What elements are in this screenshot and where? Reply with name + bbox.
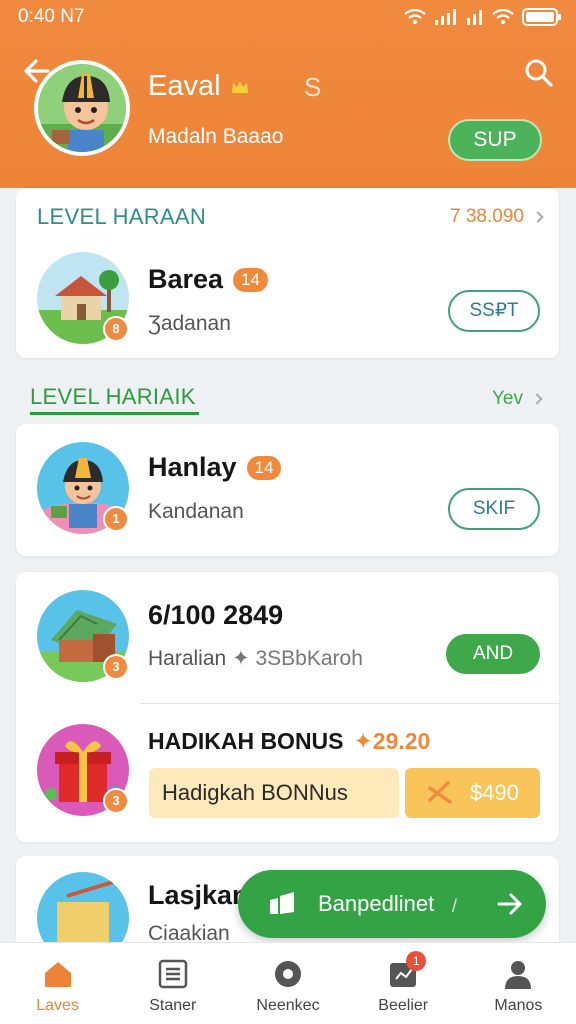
profile-name: Eaval xyxy=(148,70,249,103)
section-link-1[interactable]: 7 38.090 xyxy=(450,206,544,228)
bonus-claim-button[interactable]: $490 xyxy=(405,768,540,818)
item-title-4: Lasjkan xyxy=(148,880,249,910)
level-badge: 3 xyxy=(103,788,129,814)
character-illustration xyxy=(38,64,126,152)
nav-item-manos[interactable]: Manos xyxy=(461,943,576,1024)
bonus-title: HADIKAH BONUS ✦29.20 xyxy=(148,728,431,754)
status-time: 0:40 N7 xyxy=(18,6,85,27)
search-icon[interactable] xyxy=(524,58,554,88)
item-action-button-2[interactable]: SKIF xyxy=(448,488,540,530)
item-subtitle-2: Kandanan xyxy=(148,500,244,523)
level-badge: 1 xyxy=(103,506,129,532)
item-subtitle-1: Ʒadanan xyxy=(148,312,231,335)
battery-icon xyxy=(522,8,561,26)
bottom-nav: Laves Staner Neenkec 1 Beelier Manos xyxy=(0,942,576,1024)
arrow-right-icon xyxy=(497,893,522,915)
header-action-button[interactable]: SUP xyxy=(448,119,542,161)
divider xyxy=(140,703,559,704)
gift-icon: 1 xyxy=(386,951,427,991)
item-action-button-3[interactable]: AND xyxy=(446,634,540,674)
section-link-2[interactable]: Yev xyxy=(492,388,543,410)
header-extra: S xyxy=(304,72,322,102)
section-title-2: LEVEL HARIAIK xyxy=(30,384,196,409)
level-badge: 3 xyxy=(103,654,129,680)
profile-subtitle: Madaln Baaao xyxy=(148,125,284,148)
bonus-amount: ✦29.20 xyxy=(353,728,431,754)
nav-item-beelier[interactable]: 1 Beelier xyxy=(346,943,461,1024)
wifi-icon xyxy=(404,9,426,24)
camera-icon xyxy=(275,961,301,987)
item-subtitle-3: Haralian ✦ 3SBbKaroh xyxy=(148,647,363,670)
nav-item-neenkec[interactable]: Neenkec xyxy=(230,943,345,1024)
profile-avatar[interactable] xyxy=(34,60,130,156)
chevron-right-icon xyxy=(531,393,543,405)
signal-icon xyxy=(435,9,456,25)
crown-icon xyxy=(231,80,248,93)
section-underline xyxy=(30,412,199,415)
item-thumbnail-3: 3 xyxy=(37,590,129,682)
flag-icon xyxy=(270,892,294,914)
status-icons xyxy=(404,8,562,26)
status-bar: 0:40 N7 xyxy=(18,6,562,28)
item-title-1: Barea 14 xyxy=(148,264,268,295)
chevron-right-icon xyxy=(532,211,544,223)
section-title-1: LEVEL HARAAN xyxy=(37,204,207,229)
notification-badge: 1 xyxy=(406,951,427,971)
floating-action-button[interactable]: Banpedlinet / xyxy=(238,870,546,938)
person-icon xyxy=(505,961,532,989)
fab-divider: / xyxy=(452,896,458,916)
signal-icon-2 xyxy=(467,10,482,25)
level-badge: 8 xyxy=(103,316,129,342)
list-icon xyxy=(158,959,188,989)
level-chip: 14 xyxy=(233,267,268,292)
level-chip: 14 xyxy=(246,455,282,480)
item-thumbnail-2: 1 xyxy=(37,442,129,534)
item-thumbnail-1: 8 xyxy=(37,252,129,344)
wifi-icon-2 xyxy=(492,9,514,24)
ticket-icon xyxy=(428,781,452,804)
item-action-button-1[interactable]: SS₽T xyxy=(448,290,540,332)
nav-item-laves[interactable]: Laves xyxy=(0,943,115,1024)
item-title-2: Hanlay 14 xyxy=(148,452,282,483)
star-icon: ✦ xyxy=(353,728,373,754)
bonus-thumbnail: 3 xyxy=(37,724,129,816)
bonus-label-box: Hadigkah BONNus xyxy=(149,768,399,818)
house-icon xyxy=(44,962,71,987)
header: 0:40 N7 Eaval S Madaln Baaao SUP xyxy=(0,0,576,188)
nav-item-staner[interactable]: Staner xyxy=(115,943,230,1024)
item-title-3: 6/100 2849 xyxy=(148,600,284,630)
